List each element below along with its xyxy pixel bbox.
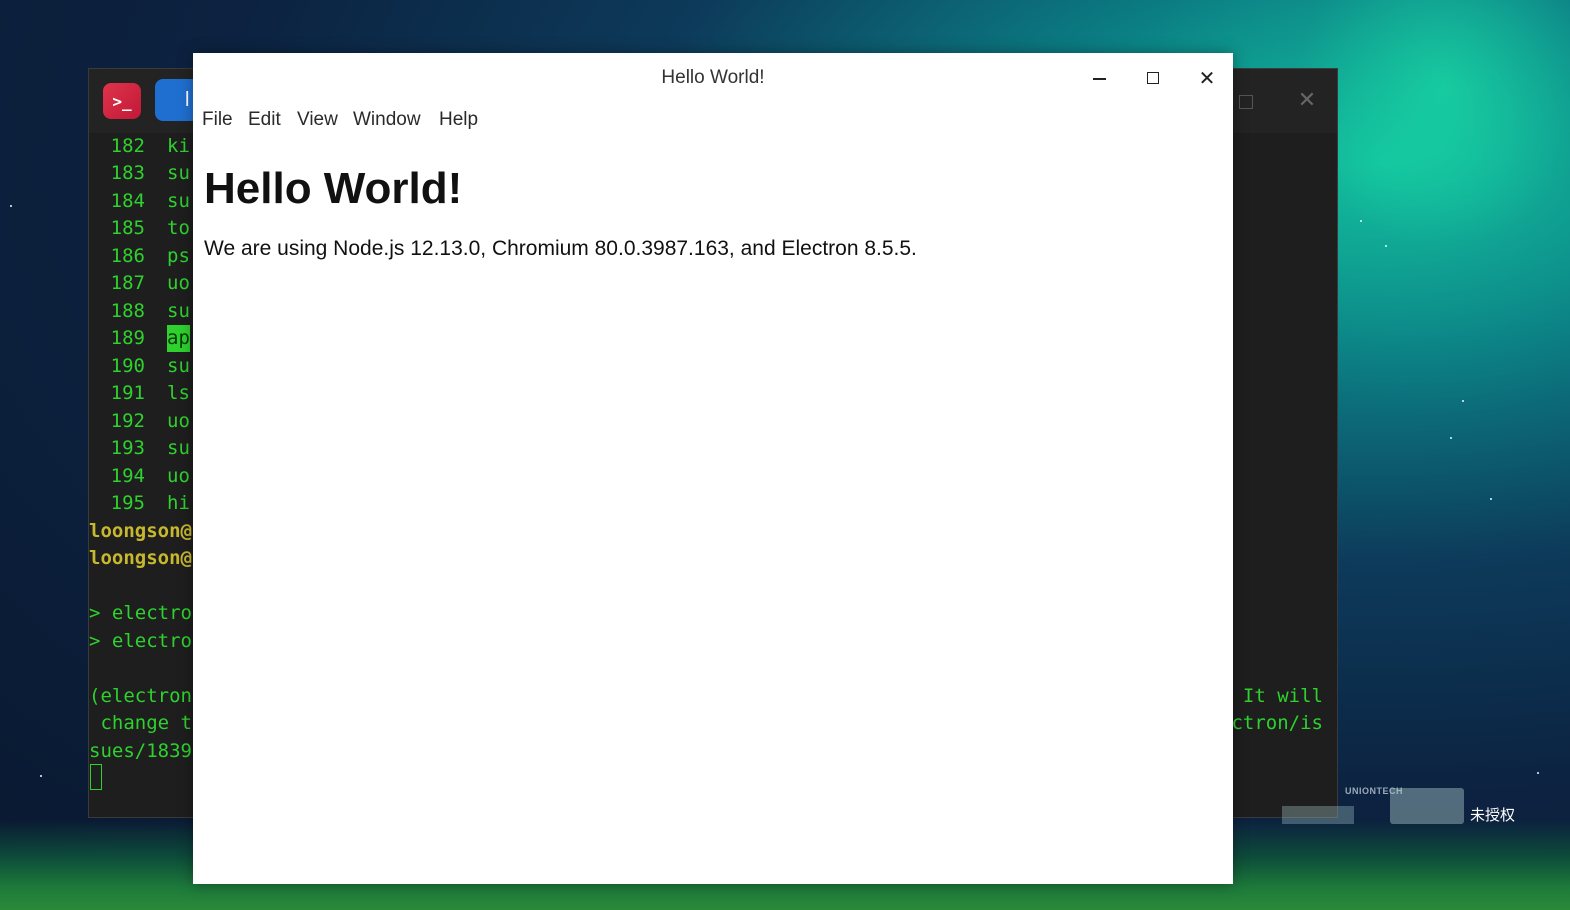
menu-bar: File Edit View Window Help	[193, 105, 1233, 139]
menu-view[interactable]: View	[297, 109, 338, 131]
minimize-button[interactable]	[1084, 65, 1114, 91]
terminal-app-icon: >_	[103, 83, 141, 119]
star	[1537, 772, 1539, 774]
menu-edit[interactable]: Edit	[248, 109, 281, 131]
history-line: 190 su	[110, 355, 190, 377]
shell-prompt: loongson@	[89, 520, 192, 542]
close-icon[interactable]: ✕	[1295, 89, 1319, 113]
star	[1490, 498, 1492, 500]
warning-line-right: It will	[1242, 685, 1323, 707]
npm-output-line: > electron	[89, 602, 204, 624]
history-line: 194 uo	[110, 465, 190, 487]
maximize-button[interactable]	[1138, 65, 1168, 91]
menu-window[interactable]: Window	[353, 109, 421, 131]
watermark-text: 未授权	[1470, 806, 1516, 824]
version-info: We are using Node.js 12.13.0, Chromium 8…	[204, 237, 917, 260]
history-line: 185 to	[110, 217, 190, 239]
watermark-shape	[1390, 788, 1464, 824]
history-line: 187 uo	[110, 272, 190, 294]
history-line: 184 su	[110, 190, 190, 212]
star	[40, 775, 42, 777]
history-line: 193 su	[110, 437, 190, 459]
star	[1462, 400, 1464, 402]
warning-line: (electron	[89, 685, 192, 707]
history-line: 188 su	[110, 300, 190, 322]
terminal-cursor	[90, 764, 102, 790]
page-content: Hello World! We are using Node.js 12.13.…	[204, 163, 1213, 261]
window-titlebar[interactable]: Hello World! ✕	[193, 53, 1233, 105]
npm-output-line: > electron	[89, 630, 204, 652]
menu-help[interactable]: Help	[439, 109, 478, 131]
window-title: Hello World!	[661, 67, 765, 88]
history-line-highlighted: 189 ap	[89, 325, 190, 352]
menu-file[interactable]: File	[202, 109, 233, 131]
close-button[interactable]: ✕	[1192, 65, 1222, 91]
star	[1385, 245, 1387, 247]
maximize-icon[interactable]	[1239, 95, 1253, 109]
star	[1450, 437, 1452, 439]
history-line: 191 ls	[110, 382, 190, 404]
shell-prompt: loongson@	[89, 547, 192, 569]
warning-line-right: ctron/is	[1231, 712, 1323, 734]
history-line: 186 ps	[110, 245, 190, 267]
history-line: 192 uo	[110, 410, 190, 432]
warning-line: sues/1839	[89, 740, 192, 762]
page-heading: Hello World!	[204, 164, 463, 213]
watermark-shape	[1282, 806, 1354, 824]
star	[1360, 220, 1362, 222]
electron-window[interactable]: Hello World! ✕ File Edit View Window Hel…	[193, 53, 1233, 884]
history-line: 195 hi	[110, 492, 190, 514]
warning-line: change t	[89, 712, 192, 734]
history-line: 183 su	[110, 162, 190, 184]
history-line: 182 ki	[110, 135, 190, 157]
close-icon: ✕	[1198, 66, 1216, 90]
star	[10, 205, 12, 207]
